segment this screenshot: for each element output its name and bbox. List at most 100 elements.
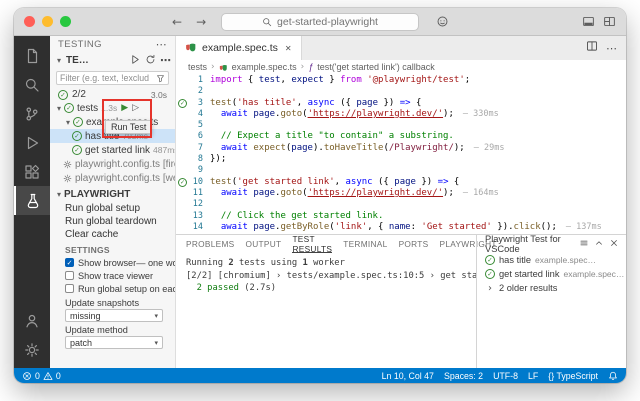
breadcrumb-symbol[interactable]: test('get started link') callback <box>317 62 434 72</box>
gutter[interactable]: ✓3 <box>176 98 210 109</box>
gutter-pass-icon[interactable]: ✓ <box>176 99 189 108</box>
minimize-window-button[interactable] <box>42 16 53 27</box>
code-editor[interactable]: 1import { test, expect } from '@playwrig… <box>176 74 626 234</box>
toggle-panel-icon[interactable] <box>582 15 595 28</box>
zoom-window-button[interactable] <box>60 16 71 27</box>
gutter[interactable]: 9 <box>176 165 210 176</box>
pass-icon: ✓ <box>485 269 495 279</box>
gutter[interactable]: 8 <box>176 154 210 165</box>
pass-icon: ✓ <box>72 145 82 155</box>
result-item[interactable]: ✓has titleexample.spec… <box>477 253 626 267</box>
command-center-search[interactable]: get-started-playwright <box>221 13 419 31</box>
playwright-command[interactable]: Run global setup <box>50 202 175 215</box>
gutter[interactable]: 4 <box>176 109 210 120</box>
status-spaces[interactable]: Spaces: 2 <box>444 371 483 381</box>
notifications-bell-icon[interactable] <box>608 371 618 381</box>
back-icon[interactable]: ← <box>172 15 182 29</box>
gutter[interactable]: 7 <box>176 143 210 154</box>
run-debug-icon[interactable] <box>14 128 50 157</box>
source-control-icon[interactable] <box>14 99 50 128</box>
tab-example-spec[interactable]: example.spec.ts ✕ <box>176 36 302 60</box>
code-line: ✓10test('get started link', async ({ pag… <box>176 177 626 188</box>
checkbox-unchecked-icon[interactable] <box>65 271 74 280</box>
gutter[interactable]: 11 <box>176 188 210 199</box>
chevron-down-icon[interactable]: ▾ <box>54 104 64 113</box>
status-ln[interactable]: Ln 10, Col 47 <box>382 371 434 381</box>
panel-tab-test-results[interactable]: TEST RESULTS <box>292 235 332 253</box>
panel-tab-problems[interactable]: PROBLEMS <box>186 235 235 253</box>
split-editor-icon[interactable] <box>586 39 598 57</box>
editor-tab-bar: example.spec.ts ✕ ⋯ <box>176 36 626 60</box>
code-line: 13 // Click the get started link. <box>176 211 626 222</box>
run-all-tests-icon[interactable] <box>130 54 141 68</box>
maximize-panel-icon[interactable] <box>594 238 604 250</box>
playwright-file-icon <box>185 41 197 56</box>
close-panel-icon[interactable] <box>609 238 619 250</box>
result-item[interactable]: ›2 older results <box>477 281 626 295</box>
testing-icon[interactable] <box>14 186 50 215</box>
gutter[interactable]: 14 <box>176 222 210 233</box>
gutter[interactable]: 1 <box>176 75 210 86</box>
test-results-output[interactable]: Running 2 tests using 1 worker[2/2] [chr… <box>176 253 476 368</box>
checkbox-checked-icon[interactable]: ✓ <box>65 258 74 267</box>
status-typescript[interactable]: {} TypeScript <box>548 371 598 381</box>
debug-test-icon[interactable]: ▷ <box>132 103 139 113</box>
test-filter-input[interactable] <box>60 73 156 83</box>
account-icon[interactable] <box>14 306 50 335</box>
gutter[interactable]: 12 <box>176 199 210 210</box>
copilot-icon[interactable] <box>436 15 449 28</box>
gutter-pass-icon[interactable]: ✓ <box>176 178 189 187</box>
gutter[interactable]: 13 <box>176 211 210 222</box>
breadcrumb-folder[interactable]: tests <box>188 62 207 72</box>
code-line: 7 await expect(page).toHaveTitle(/Playwr… <box>176 143 626 154</box>
setting-checkbox[interactable]: ✓Show browser— one worker <box>50 256 175 269</box>
status-utf-8[interactable]: UTF-8 <box>493 371 518 381</box>
test-explorer-label: TE… <box>66 55 89 66</box>
problems-status[interactable]: 0 0 <box>22 371 61 381</box>
testing-sidebar: TESTING ⋯ ▾ TE… ⋯ ✓ 2/2 3.0s <box>50 36 176 368</box>
result-item[interactable]: ✓get started linkexample.spec… <box>477 267 626 281</box>
chevron-down-icon: ▾ <box>154 312 158 320</box>
breadcrumb-file[interactable]: example.spec.ts <box>232 62 297 72</box>
forward-icon[interactable]: → <box>196 15 206 29</box>
settings-gear-icon[interactable] <box>14 335 50 364</box>
checkbox-unchecked-icon[interactable] <box>65 284 74 293</box>
list-icon[interactable] <box>579 238 589 250</box>
playwright-command[interactable]: Run global teardown <box>50 215 175 228</box>
more-actions-icon[interactable]: ⋯ <box>156 38 167 51</box>
panel-tab-terminal[interactable]: TERMINAL <box>343 235 387 253</box>
refresh-tests-icon[interactable] <box>145 54 156 68</box>
search-icon[interactable] <box>14 70 50 99</box>
chevron-down-icon[interactable]: ▾ <box>54 190 64 199</box>
code-text: import { test, expect } from '@playwrigh… <box>210 75 470 86</box>
gutter[interactable]: 5 <box>176 120 210 131</box>
setting-checkbox[interactable]: Show trace viewer <box>50 269 175 282</box>
test-tree-item[interactable]: playwright.config.ts [web… <box>50 171 175 185</box>
close-icon[interactable]: ✕ <box>285 44 292 53</box>
more-icon[interactable]: ⋯ <box>160 54 171 67</box>
test-tree-item[interactable]: playwright.config.ts [fire… <box>50 157 175 171</box>
dropdown-value: patch <box>70 338 92 348</box>
filter-icon[interactable] <box>156 74 165 83</box>
playwright-command[interactable]: Clear cache <box>50 228 175 241</box>
chevron-down-icon[interactable]: ▾ <box>54 56 64 65</box>
setting-dropdown[interactable]: patch▾ <box>65 336 163 349</box>
gutter[interactable]: 6 <box>176 131 210 142</box>
setting-checkbox[interactable]: Run global setup on each run <box>50 282 175 295</box>
test-tree-item[interactable]: ✓get started link487ms <box>50 143 175 157</box>
chevron-down-icon[interactable]: ▾ <box>63 118 73 127</box>
setting-dropdown[interactable]: missing▾ <box>65 309 163 322</box>
status-lf[interactable]: LF <box>528 371 538 381</box>
line-number: 13 <box>189 211 210 222</box>
customize-layout-icon[interactable] <box>603 15 616 28</box>
explorer-icon[interactable] <box>14 41 50 70</box>
gutter[interactable]: 2 <box>176 86 210 97</box>
panel-tab-ports[interactable]: PORTS <box>399 235 429 253</box>
editor-more-icon[interactable]: ⋯ <box>606 42 617 55</box>
test-tree-item[interactable]: ▾✓tests1.3s▶▷ <box>50 101 175 115</box>
run-test-icon[interactable]: ▶ <box>121 103 128 113</box>
close-window-button[interactable] <box>24 16 35 27</box>
panel-tab-output[interactable]: OUTPUT <box>246 235 282 253</box>
extensions-icon[interactable] <box>14 157 50 186</box>
gutter[interactable]: ✓10 <box>176 177 210 188</box>
